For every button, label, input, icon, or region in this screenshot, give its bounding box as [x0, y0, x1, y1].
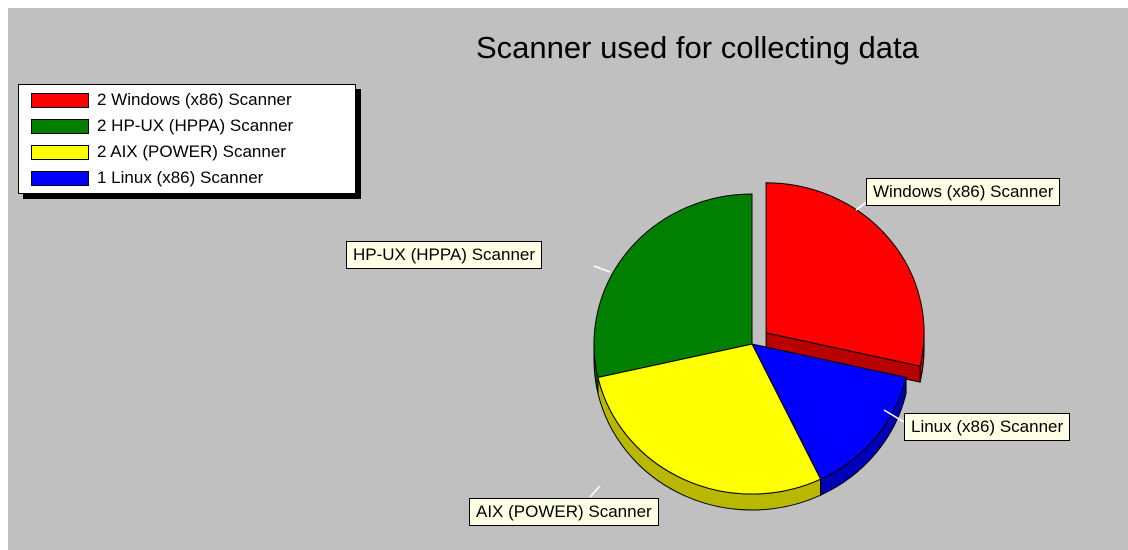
- slice-label-windows: Windows (x86) Scanner: [866, 178, 1061, 206]
- slice-label-linux: Linux (x86) Scanner: [904, 413, 1071, 441]
- leader-line-aix: [589, 485, 601, 498]
- leader-line-hpux: [593, 265, 611, 273]
- slice-label-hpux: HP-UX (HPPA) Scanner: [346, 241, 543, 269]
- pie-chart: [589, 182, 925, 511]
- slice-label-aix: AIX (POWER) Scanner: [469, 498, 659, 526]
